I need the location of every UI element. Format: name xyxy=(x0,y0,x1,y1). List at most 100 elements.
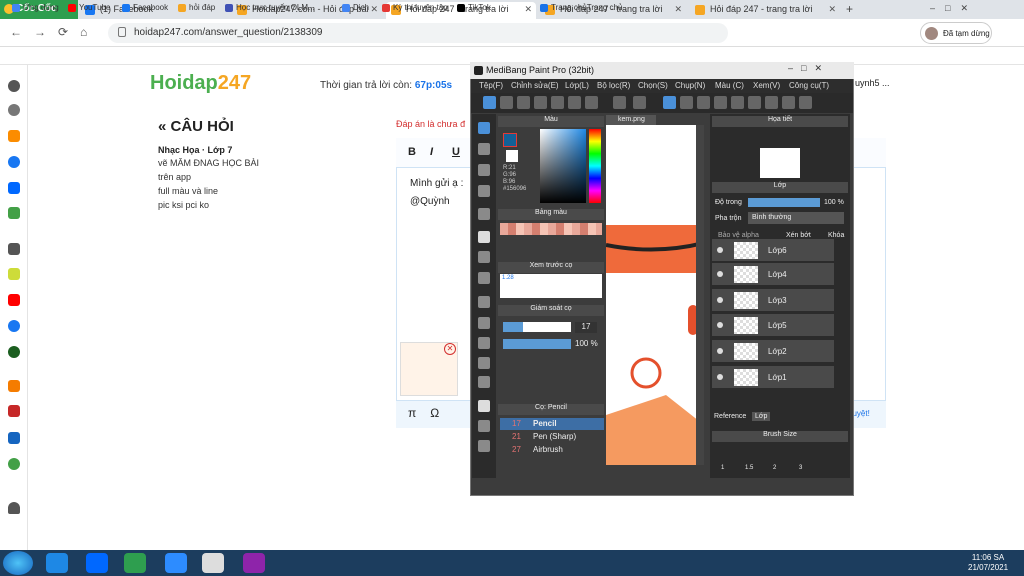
eye-icon[interactable] xyxy=(717,374,723,380)
drawing-canvas[interactable] xyxy=(606,125,704,465)
menu-file[interactable]: Tệp(F) xyxy=(479,81,503,90)
italic-button[interactable]: I xyxy=(430,146,433,158)
select-pen-icon[interactable] xyxy=(478,357,490,369)
snap-grid-icon[interactable] xyxy=(697,96,710,109)
menu-edit[interactable]: Chỉnh sửa(E) xyxy=(511,81,559,90)
fill-icon[interactable] xyxy=(585,96,598,109)
layer-row[interactable]: Lớp2 xyxy=(712,340,834,363)
paint-icon[interactable] xyxy=(243,553,265,573)
tab-reference[interactable]: Reference xyxy=(714,413,746,420)
layer-icon[interactable] xyxy=(568,96,581,109)
zalo-icon[interactable] xyxy=(86,553,108,573)
size-option[interactable]: 1.5 xyxy=(745,465,753,471)
snap-off-icon[interactable] xyxy=(680,96,693,109)
menu-color[interactable]: Màu (C) xyxy=(715,81,744,90)
eraser-tool-icon[interactable] xyxy=(478,143,490,155)
select-eraser-icon[interactable] xyxy=(478,376,490,388)
pen-tool-icon[interactable] xyxy=(478,185,490,197)
text-tool-icon[interactable] xyxy=(478,400,490,412)
menu-tools[interactable]: Công cụ(T) xyxy=(789,81,829,90)
chrome-icon[interactable] xyxy=(202,553,224,573)
bucket-tool-icon[interactable] xyxy=(478,251,490,263)
layer-row[interactable]: Lớp4 xyxy=(712,263,834,286)
brush-opacity-slider[interactable] xyxy=(503,339,571,349)
tiki-icon[interactable] xyxy=(8,432,20,444)
bold-button[interactable]: B xyxy=(408,146,416,158)
eye-icon[interactable] xyxy=(717,322,723,328)
menu-filter[interactable]: Bộ lọc(R) xyxy=(597,81,630,90)
close-icon[interactable]: ✕ xyxy=(370,4,378,15)
canvas-scrollbar[interactable] xyxy=(696,125,704,465)
snap-cross-icon[interactable] xyxy=(731,96,744,109)
site-logo[interactable]: Hoidap247 xyxy=(150,72,251,95)
layer-row[interactable]: Lớp3 xyxy=(712,289,834,312)
layer-row[interactable]: Lớp1 xyxy=(712,366,834,389)
taskbar-clock[interactable]: 11:06 SA 21/07/2021 xyxy=(968,553,1008,573)
menu-capture[interactable]: Chụp(N) xyxy=(675,81,705,90)
url-input[interactable]: hoidap247.com/answer_question/2138309 xyxy=(108,23,728,43)
shopee-icon[interactable] xyxy=(8,380,20,392)
app-icon[interactable] xyxy=(8,268,20,280)
size-option[interactable]: 3 xyxy=(799,465,802,471)
lasso-tool-icon[interactable] xyxy=(478,317,490,329)
brush-item[interactable]: 21 Pen (Sharp) xyxy=(500,431,604,443)
start-button[interactable] xyxy=(3,551,33,575)
protect-alpha-checkbox[interactable]: Bảo vệ alpha xyxy=(718,232,759,239)
menu-view[interactable]: Xem(V) xyxy=(753,81,780,90)
fill-rect-icon[interactable] xyxy=(478,231,490,243)
math-symbols[interactable]: πΩ xyxy=(408,406,453,420)
eye-icon[interactable] xyxy=(717,297,723,303)
snap-curve-icon[interactable] xyxy=(782,96,795,109)
color-picker-square[interactable] xyxy=(540,129,586,203)
coccoc-icon[interactable] xyxy=(124,553,146,573)
bookmark-kythi[interactable]: Kỳ thi luyện tập xyxy=(382,3,448,12)
settings-icon[interactable] xyxy=(8,80,20,92)
window-controls[interactable]: –□✕ xyxy=(930,3,978,14)
brush-tool-icon[interactable] xyxy=(478,122,490,134)
eye-icon[interactable] xyxy=(717,348,723,354)
user-name[interactable]: uynh5 ... xyxy=(855,78,890,88)
messenger-icon[interactable] xyxy=(8,156,20,168)
tab-layer[interactable]: Lớp xyxy=(752,412,771,421)
bookmark-youtube[interactable]: YouTube xyxy=(68,3,110,12)
menu-select[interactable]: Chọn(S) xyxy=(638,81,668,90)
redo-icon[interactable] xyxy=(633,96,646,109)
size-option[interactable]: 1 xyxy=(721,465,724,471)
vtv-icon[interactable] xyxy=(8,405,20,417)
undo-icon[interactable] xyxy=(613,96,626,109)
brush-size-value[interactable]: 17 xyxy=(575,322,597,333)
select-tool-icon[interactable] xyxy=(478,296,490,308)
antialias-icon[interactable] xyxy=(663,96,676,109)
primary-color-swatch[interactable] xyxy=(503,133,517,147)
nav-buttons[interactable]: ←→⟳⌂ xyxy=(10,25,99,39)
secondary-color-swatch[interactable] xyxy=(506,150,518,162)
remove-image-icon[interactable]: ✕ xyxy=(444,343,456,355)
snap-parallel-icon[interactable] xyxy=(714,96,727,109)
crown-icon[interactable] xyxy=(8,130,20,142)
size-option[interactable]: 2 xyxy=(773,465,776,471)
settings-icon[interactable] xyxy=(799,96,812,109)
brush-item[interactable]: 27 Airbrush xyxy=(500,444,604,456)
layer-opacity-slider[interactable] xyxy=(748,198,820,207)
game-icon[interactable] xyxy=(8,207,20,219)
menu-layer[interactable]: Lớp(L) xyxy=(565,81,589,90)
hue-slider[interactable] xyxy=(589,129,601,203)
brush-size-slider[interactable] xyxy=(503,322,571,332)
history-icon[interactable] xyxy=(8,104,20,116)
layer-row[interactable]: Lớp6 xyxy=(712,239,834,262)
export-icon[interactable] xyxy=(500,96,513,109)
save-icon[interactable] xyxy=(517,96,530,109)
brush-item[interactable]: 17 Pencil xyxy=(500,418,604,430)
eye-icon[interactable] xyxy=(717,271,723,277)
map-icon[interactable] xyxy=(8,458,20,470)
gradient-tool-icon[interactable] xyxy=(478,272,490,284)
close-icon[interactable]: ✕ xyxy=(828,4,836,15)
eyedropper-tool-icon[interactable] xyxy=(478,440,490,452)
snap-circle-icon[interactable] xyxy=(765,96,778,109)
navigator-preview[interactable] xyxy=(760,148,800,178)
youtube-icon[interactable] xyxy=(8,294,20,306)
bookmark-olm[interactable]: Học trực tuyến OLM... xyxy=(225,3,315,12)
bookmark-tiktok[interactable]: TikTok xyxy=(457,3,491,12)
bookmark-home[interactable]: Trang chủTrang chủ xyxy=(540,3,622,12)
tab-hoidap-4[interactable]: Hỏi đáp 247 - trang tra lời ✕ xyxy=(690,2,840,19)
